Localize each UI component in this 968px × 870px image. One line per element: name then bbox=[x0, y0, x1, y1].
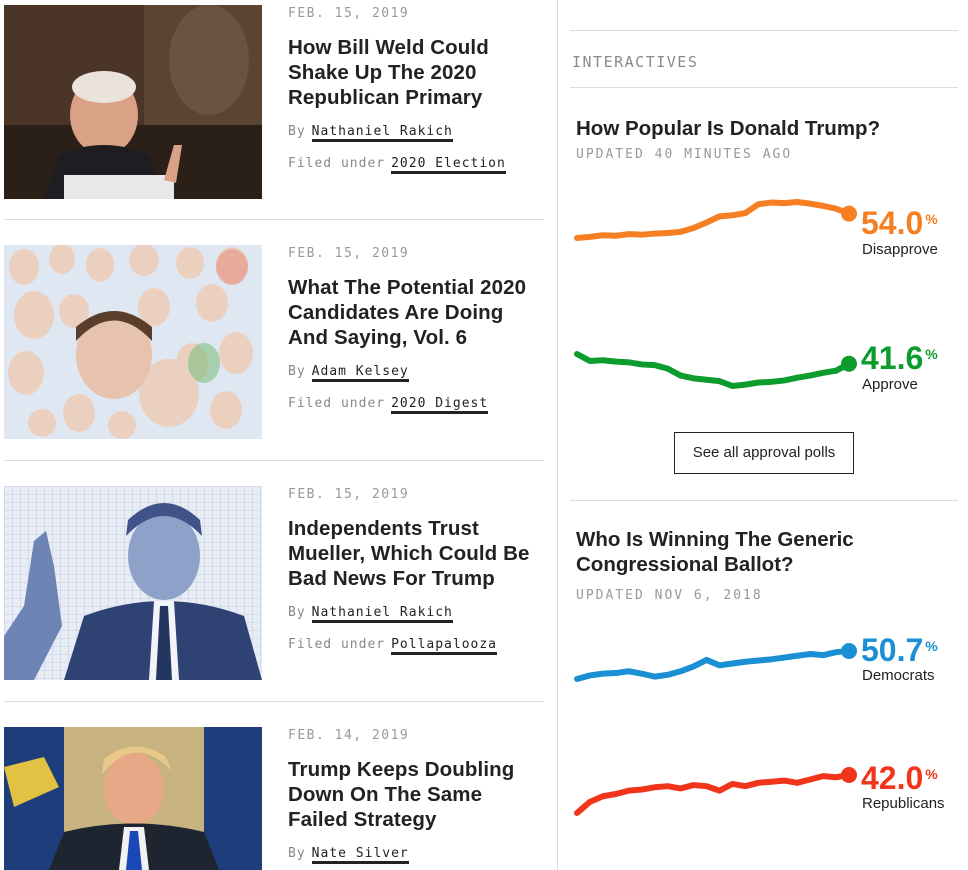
byline: By Nathaniel Rakich bbox=[288, 603, 544, 623]
interactives-sidebar: INTERACTIVES How Popular Is Donald Trump… bbox=[570, 0, 958, 870]
category-link[interactable]: 2020 Digest bbox=[391, 396, 489, 414]
card-title[interactable]: Who Is Winning The Generic Congressional… bbox=[576, 527, 936, 577]
story-thumbnail[interactable] bbox=[4, 727, 262, 870]
author-link[interactable]: Nathaniel Rakich bbox=[311, 605, 453, 623]
divider bbox=[570, 87, 958, 88]
disapprove-label: Disapprove bbox=[862, 241, 938, 258]
story-headline[interactable]: How Bill Weld Could Shake Up The 2020 Re… bbox=[288, 35, 544, 110]
story-date: FEB. 15, 2019 bbox=[288, 6, 410, 21]
story-thumbnail[interactable] bbox=[4, 486, 262, 680]
filed-under: Filed under 2020 Election bbox=[288, 154, 544, 174]
byline-prefix: By bbox=[288, 124, 306, 139]
updated-timestamp: UPDATED 40 MINUTES AGO bbox=[576, 147, 793, 162]
democrats-label: Democrats bbox=[862, 667, 935, 684]
byline-prefix: By bbox=[288, 605, 306, 620]
democrats-value: 50.7% bbox=[861, 634, 938, 666]
story-date: FEB. 15, 2019 bbox=[288, 487, 410, 502]
section-label: INTERACTIVES bbox=[572, 53, 699, 71]
story-meta: FEB. 15, 2019 How Bill Weld Could Shake … bbox=[288, 5, 544, 174]
story-meta: FEB. 14, 2019 Trump Keeps Doubling Down … bbox=[288, 727, 544, 864]
card-title[interactable]: How Popular Is Donald Trump? bbox=[576, 116, 936, 141]
author-link[interactable]: Nathaniel Rakich bbox=[311, 124, 453, 142]
byline: By Adam Kelsey bbox=[288, 362, 544, 382]
byline: By Nate Silver bbox=[288, 844, 544, 864]
byline-prefix: By bbox=[288, 846, 306, 861]
divider bbox=[4, 701, 544, 702]
series-endpoint-democrats bbox=[841, 643, 857, 659]
filed-prefix: Filed under bbox=[288, 396, 386, 411]
story-headline[interactable]: Independents Trust Mueller, Which Could … bbox=[288, 516, 544, 591]
byline: By Nathaniel Rakich bbox=[288, 122, 544, 142]
percent-sign: % bbox=[925, 211, 938, 227]
story-card: FEB. 15, 2019 Independents Trust Mueller… bbox=[4, 486, 544, 680]
divider bbox=[570, 30, 958, 31]
disapprove-number: 54.0 bbox=[861, 205, 924, 241]
percent-sign: % bbox=[925, 766, 938, 782]
author-link[interactable]: Nate Silver bbox=[311, 846, 409, 864]
category-link[interactable]: Pollapalooza bbox=[391, 637, 498, 655]
filed-prefix: Filed under bbox=[288, 156, 386, 171]
filed-prefix: Filed under bbox=[288, 637, 386, 652]
story-feed: FEB. 15, 2019 How Bill Weld Could Shake … bbox=[0, 0, 545, 870]
story-card: FEB. 15, 2019 How Bill Weld Could Shake … bbox=[4, 5, 544, 199]
democrats-number: 50.7 bbox=[861, 632, 924, 668]
divider bbox=[570, 500, 958, 501]
story-date: FEB. 14, 2019 bbox=[288, 728, 410, 743]
disapprove-value: 54.0% bbox=[861, 207, 938, 239]
series-endpoint-disapprove bbox=[841, 205, 857, 222]
percent-sign: % bbox=[925, 346, 938, 362]
story-headline[interactable]: Trump Keeps Doubling Down On The Same Fa… bbox=[288, 757, 544, 832]
updated-timestamp: UPDATED NOV 6, 2018 bbox=[576, 588, 763, 603]
republicans-value: 42.0% bbox=[861, 762, 938, 794]
story-thumbnail[interactable] bbox=[4, 5, 262, 199]
author-link[interactable]: Adam Kelsey bbox=[311, 364, 409, 382]
republicans-number: 42.0 bbox=[861, 760, 924, 796]
category-link[interactable]: 2020 Election bbox=[391, 156, 506, 174]
approval-chart[interactable] bbox=[570, 190, 860, 400]
divider bbox=[4, 460, 544, 461]
see-all-approval-polls-button[interactable]: See all approval polls bbox=[674, 432, 854, 474]
generic-ballot-chart[interactable] bbox=[570, 625, 860, 825]
story-date: FEB. 15, 2019 bbox=[288, 246, 410, 261]
story-meta: FEB. 15, 2019 Independents Trust Mueller… bbox=[288, 486, 544, 655]
approve-value: 41.6% bbox=[861, 342, 938, 374]
filed-under: Filed under Pollapalooza bbox=[288, 635, 544, 655]
series-line-approve bbox=[574, 351, 852, 389]
republicans-label: Republicans bbox=[862, 795, 945, 812]
series-line-republicans bbox=[574, 772, 852, 816]
filed-under: Filed under 2020 Digest bbox=[288, 394, 544, 414]
story-thumbnail[interactable] bbox=[4, 245, 262, 439]
percent-sign: % bbox=[925, 638, 938, 654]
byline-prefix: By bbox=[288, 364, 306, 379]
series-endpoint-approve bbox=[841, 355, 857, 372]
approve-label: Approve bbox=[862, 376, 918, 393]
divider bbox=[4, 219, 544, 220]
series-endpoint-republicans bbox=[841, 767, 857, 783]
approve-number: 41.6 bbox=[861, 340, 924, 376]
series-line-disapprove bbox=[574, 199, 852, 241]
story-card: FEB. 15, 2019 What The Potential 2020 Ca… bbox=[4, 245, 544, 439]
series-line-democrats bbox=[574, 648, 852, 682]
story-headline[interactable]: What The Potential 2020 Candidates Are D… bbox=[288, 275, 544, 350]
story-card: FEB. 14, 2019 Trump Keeps Doubling Down … bbox=[4, 727, 544, 870]
column-divider bbox=[557, 0, 558, 870]
story-meta: FEB. 15, 2019 What The Potential 2020 Ca… bbox=[288, 245, 544, 414]
